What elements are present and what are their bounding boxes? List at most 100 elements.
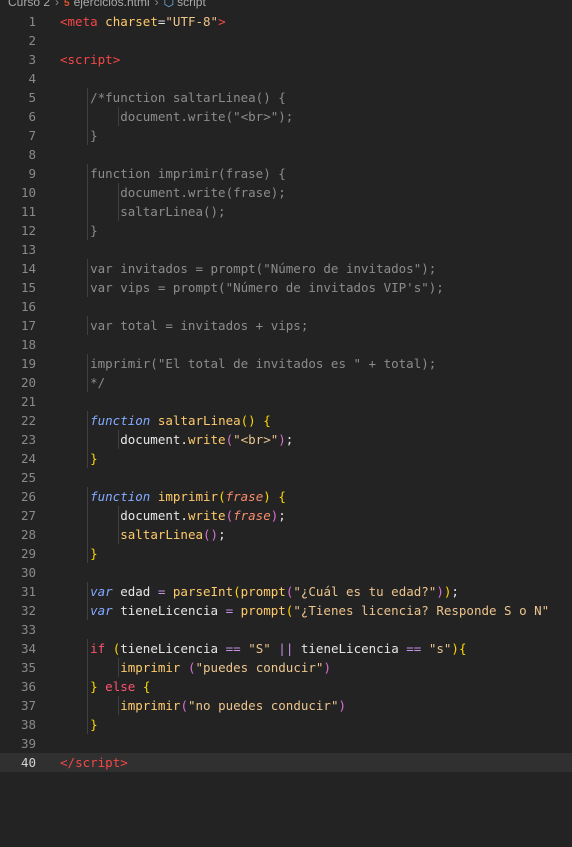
code-line[interactable]: 37 imprimir("no puedes conducir")	[0, 696, 572, 715]
code-token: "s"	[428, 641, 452, 656]
line-number: 39	[20, 736, 36, 751]
code-text: var total = invitados + vips;	[60, 316, 308, 335]
code-line[interactable]: 2	[0, 31, 572, 50]
code-line[interactable]: 1 <meta charset="UTF-8">	[0, 12, 572, 31]
code-token: var	[90, 584, 113, 599]
code-line[interactable]: 15 var vips = prompt("Número de invitado…	[0, 278, 572, 297]
code-line[interactable]: 12 }	[0, 221, 572, 240]
code-token: }	[60, 128, 98, 143]
code-text: }	[60, 221, 98, 240]
code-line[interactable]: 33	[0, 620, 572, 639]
code-line[interactable]: 39	[0, 734, 572, 753]
code-token: }	[60, 223, 98, 238]
code-line[interactable]: 30	[0, 563, 572, 582]
line-number: 1	[28, 14, 36, 29]
breadcrumb-symbol[interactable]: script	[177, 0, 206, 9]
code-line[interactable]: 35 imprimir ("puedes conducir")	[0, 658, 572, 677]
code-line[interactable]: 13	[0, 240, 572, 259]
code-line[interactable]: 19 imprimir("El total de invitados es " …	[0, 354, 572, 373]
code-line[interactable]: 10 document.write(frase);	[0, 183, 572, 202]
chevron-right-icon: ›	[154, 0, 159, 9]
code-line[interactable]: 34 if (tieneLicencia == "S" || tieneLice…	[0, 639, 572, 658]
line-number: 32	[20, 603, 36, 618]
code-text: */	[60, 373, 105, 392]
code-text: document.write("<br>");	[60, 107, 293, 126]
line-number: 22	[20, 413, 36, 428]
code-line[interactable]: 32 var tieneLicencia = prompt("¿Tienes l…	[0, 601, 572, 620]
code-token: (	[180, 698, 188, 713]
code-token: "<br>"	[233, 432, 279, 447]
code-token: ;	[451, 584, 459, 599]
code-text: function imprimir(frase) {	[60, 487, 286, 506]
breadcrumb-file[interactable]: ejercicios.html	[74, 0, 150, 9]
code-line[interactable]: 22 function saltarLinea() {	[0, 411, 572, 430]
code-token: "¿Tienes licencia? Responde S o N"	[293, 603, 550, 618]
code-token: tieneLicencia	[112, 603, 226, 618]
code-line[interactable]: 6 document.write("<br>");	[0, 107, 572, 126]
code-token: document.	[60, 508, 188, 523]
code-line[interactable]: 27 document.write(frase);	[0, 506, 572, 525]
code-token: imprimir("El total de invitados es " + t…	[60, 356, 437, 371]
code-line[interactable]: 31 var edad = parseInt(prompt("¿Cuál es …	[0, 582, 572, 601]
line-number: 8	[28, 147, 36, 162]
code-line[interactable]: 36 } else {	[0, 677, 572, 696]
code-text: <meta charset="UTF-8">	[60, 12, 226, 31]
code-text: function imprimir(frase) {	[60, 164, 286, 183]
code-token: var vips = prompt("Número de invitados V…	[60, 280, 444, 295]
code-token: function	[90, 413, 151, 428]
code-line[interactable]: 14 var invitados = prompt("Número de inv…	[0, 259, 572, 278]
code-line[interactable]: 11 saltarLinea();	[0, 202, 572, 221]
code-token: )	[338, 698, 347, 713]
code-line[interactable]: 20 */	[0, 373, 572, 392]
code-line[interactable]: 18	[0, 335, 572, 354]
code-line[interactable]: 29 }	[0, 544, 572, 563]
code-token: ||	[278, 641, 294, 656]
line-number: 27	[20, 508, 36, 523]
line-number: 6	[28, 109, 36, 124]
code-token: parseInt	[172, 584, 234, 599]
code-line[interactable]: 23 document.write("<br>");	[0, 430, 572, 449]
code-text: saltarLinea();	[60, 202, 225, 221]
breadcrumb-folder[interactable]: Curso 2	[8, 0, 50, 9]
breadcrumb: Curso 2 › 5 ejercicios.html › ⬡ script	[0, 0, 572, 10]
code-token: ==	[225, 641, 241, 656]
code-text: } else {	[60, 677, 150, 696]
line-number: 29	[20, 546, 36, 561]
line-number: 14	[20, 261, 36, 276]
code-line[interactable]: 40 </script>	[0, 753, 572, 772]
code-token: )	[323, 660, 331, 675]
code-token: "¿Cuál es tu edad?"	[293, 584, 437, 599]
line-number: 2	[28, 33, 36, 48]
code-line[interactable]: 5 /*function saltarLinea() {	[0, 88, 572, 107]
code-line[interactable]: 26 function imprimir(frase) {	[0, 487, 572, 506]
code-line[interactable]: 7 }	[0, 126, 572, 145]
code-line[interactable]: 38 }	[0, 715, 572, 734]
code-line[interactable]: 9 function imprimir(frase) {	[0, 164, 572, 183]
code-line[interactable]: 17 var total = invitados + vips;	[0, 316, 572, 335]
code-token: imprimir	[120, 698, 181, 713]
code-editor[interactable]: 1 <meta charset="UTF-8"> 2 3 <script> 4 5 /*fu…	[0, 12, 572, 772]
line-number: 19	[20, 356, 36, 371]
line-number: 33	[20, 622, 36, 637]
code-line[interactable]: 24 }	[0, 449, 572, 468]
code-token: (	[218, 489, 226, 504]
code-line[interactable]: 16	[0, 297, 572, 316]
line-number: 11	[20, 204, 36, 219]
code-line[interactable]: 3 <script>	[0, 50, 572, 69]
code-token: {	[263, 413, 271, 428]
code-line[interactable]: 21	[0, 392, 572, 411]
code-line[interactable]: 8	[0, 145, 572, 164]
code-line[interactable]: 25	[0, 468, 572, 487]
code-line[interactable]: 4	[0, 69, 572, 88]
code-token: (	[225, 508, 234, 523]
code-token: document.	[60, 432, 188, 447]
code-line[interactable]: 28 saltarLinea();	[0, 525, 572, 544]
code-token: (	[233, 584, 241, 599]
